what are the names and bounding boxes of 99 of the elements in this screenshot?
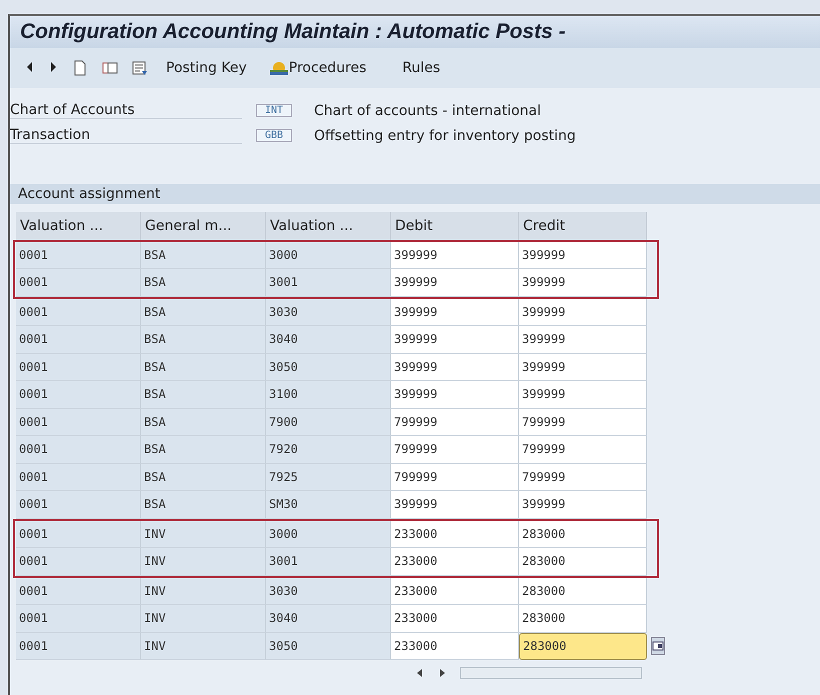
input-field[interactable]: 799999 (519, 408, 647, 436)
scroll-right-icon[interactable] (438, 668, 446, 678)
input-field[interactable]: 399999 (391, 298, 519, 326)
column-header[interactable]: Valuation ... (266, 212, 391, 240)
table-cell: BSA (141, 326, 266, 354)
table-cell: 0001 (16, 520, 141, 548)
table-cell: INV (141, 578, 266, 605)
input-field[interactable]: 399999 (391, 354, 519, 381)
copy-icon[interactable] (102, 60, 118, 76)
table-cell: 0001 (16, 436, 141, 464)
table-cell: 3100 (266, 381, 391, 408)
table-cell: INV (141, 520, 266, 548)
input-field[interactable]: 799999 (519, 464, 647, 491)
table-cell: BSA (141, 464, 266, 491)
table-cell: 3000 (266, 242, 391, 269)
toolbar-button[interactable]: Procedures (264, 60, 370, 76)
table-cell: BSA (141, 381, 266, 408)
input-field[interactable]: 399999 (519, 491, 647, 518)
table-cell: 0001 (16, 464, 141, 491)
input-field[interactable]: 799999 (391, 408, 519, 436)
table-cell: INV (141, 548, 266, 576)
table-cell: 3050 (266, 632, 391, 660)
input-field[interactable]: 399999 (519, 381, 647, 408)
field-label: Transaction (10, 127, 242, 144)
input-field[interactable]: 233000 (391, 548, 519, 576)
input-field[interactable]: 283000 (519, 632, 647, 660)
table-cell: 7925 (266, 464, 391, 491)
table-cell: 3050 (266, 354, 391, 381)
table-cell: 3001 (266, 548, 391, 576)
column-header[interactable]: Debit (391, 212, 519, 240)
input-field[interactable]: 233000 (391, 632, 519, 660)
input-field[interactable]: 283000 (519, 605, 647, 632)
table-cell: BSA (141, 408, 266, 436)
list-icon[interactable] (132, 60, 148, 76)
table-cell: 0001 (16, 578, 141, 605)
table-cell: BSA (141, 298, 266, 326)
scroll-left-icon[interactable] (416, 668, 424, 678)
input-field[interactable]: 233000 (391, 578, 519, 605)
input-field[interactable]: 233000 (391, 520, 519, 548)
table-cell: BSA (141, 354, 266, 381)
toolbar-button[interactable]: Posting Key (162, 60, 251, 76)
input-field[interactable]: 399999 (519, 242, 647, 269)
input-field[interactable]: 399999 (391, 491, 519, 518)
input-field[interactable]: 283000 (519, 520, 647, 548)
table-cell: 3001 (266, 269, 391, 296)
input-field[interactable]: 399999 (519, 269, 647, 296)
table-cell: 3000 (266, 520, 391, 548)
input-field[interactable]: 283000 (519, 548, 647, 576)
input-field[interactable]: GBB (256, 129, 292, 142)
input-field[interactable]: 283000 (519, 578, 647, 605)
table-cell: BSA (141, 269, 266, 296)
input-field[interactable]: INT (256, 104, 292, 117)
table-cell: 0001 (16, 242, 141, 269)
table-cell: 0001 (16, 605, 141, 632)
table-cell: SM30 (266, 491, 391, 518)
table-cell: 0001 (16, 632, 141, 660)
toolbar-button[interactable]: Rules (398, 60, 444, 76)
input-field[interactable]: 399999 (391, 326, 519, 354)
section-title: Account assignment (18, 186, 160, 202)
table-cell: BSA (141, 242, 266, 269)
table-cell: INV (141, 605, 266, 632)
table-cell: 0001 (16, 326, 141, 354)
input-field[interactable]: 233000 (391, 605, 519, 632)
table-cell: BSA (141, 491, 266, 518)
input-field[interactable]: 799999 (391, 464, 519, 491)
value-help-button[interactable] (651, 636, 665, 654)
sun-landscape-icon (268, 60, 289, 76)
table-cell: BSA (141, 436, 266, 464)
input-field[interactable]: 399999 (391, 381, 519, 408)
table-cell: 0001 (16, 354, 141, 381)
input-field[interactable]: 399999 (519, 326, 647, 354)
table-cell: 7920 (266, 436, 391, 464)
table-cell: 0001 (16, 381, 141, 408)
field-description: Chart of accounts - international (314, 102, 542, 118)
table-cell: 0001 (16, 298, 141, 326)
input-field[interactable]: 399999 (519, 298, 647, 326)
table-cell: 3040 (266, 605, 391, 632)
column-header[interactable]: Credit (519, 212, 647, 240)
table-cell: 0001 (16, 548, 141, 576)
window-title: Configuration Accounting Maintain : Automatic Posts - (20, 20, 566, 44)
input-field[interactable]: 399999 (519, 354, 647, 381)
input-field[interactable]: 799999 (391, 436, 519, 464)
table-cell: 3030 (266, 578, 391, 605)
column-header[interactable]: General m... (141, 212, 266, 240)
table-cell: 0001 (16, 408, 141, 436)
table-cell: 0001 (16, 491, 141, 518)
column-header[interactable]: Valuation ... (16, 212, 141, 240)
new-document-icon[interactable] (72, 60, 88, 76)
table-cell: 3030 (266, 298, 391, 326)
table-cell: INV (141, 632, 266, 660)
table-cell: 3040 (266, 326, 391, 354)
input-field[interactable]: 399999 (391, 242, 519, 269)
input-field[interactable]: 399999 (391, 269, 519, 296)
field-description: Offsetting entry for inventory posting (314, 128, 576, 144)
scroll-thumb[interactable] (460, 667, 642, 679)
field-label: Chart of Accounts (10, 102, 242, 119)
input-field[interactable]: 799999 (519, 436, 647, 464)
table-cell: 7900 (266, 408, 391, 436)
table-cell: 0001 (16, 269, 141, 296)
